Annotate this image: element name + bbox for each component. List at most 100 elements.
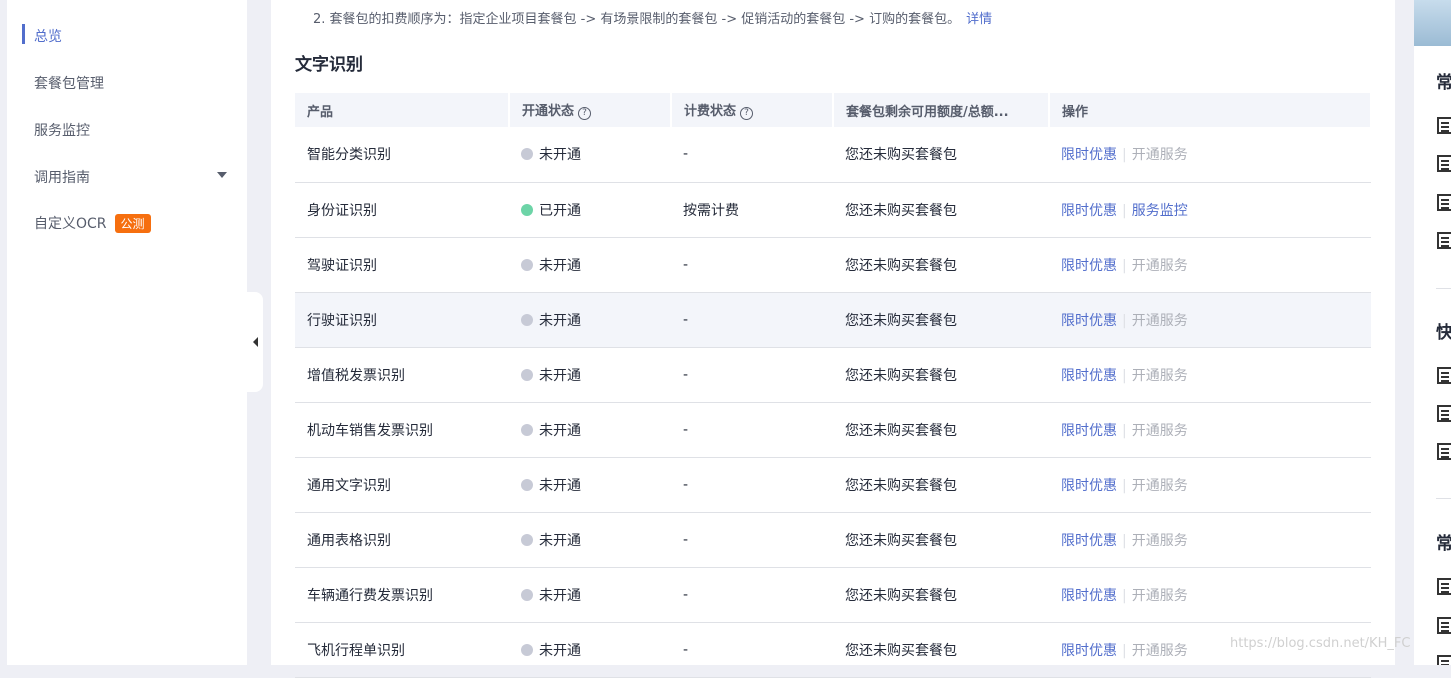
table-row: 增值税发票识别 未开通 - 您还未购买套餐包 限时优惠|开通服务 bbox=[295, 347, 1371, 402]
status-text: 未开通 bbox=[539, 368, 581, 384]
collapse-sidebar-button[interactable] bbox=[247, 292, 263, 392]
sidebar-item-monitor[interactable]: 服务监控 bbox=[34, 120, 90, 140]
quota: 您还未购买套餐包 bbox=[833, 182, 1049, 237]
separator: | bbox=[1122, 423, 1127, 439]
column-header-status: 开通状态? bbox=[509, 93, 671, 127]
activate-service-link[interactable]: 开通服务 bbox=[1132, 588, 1188, 604]
sidebar-item-label: 总览 bbox=[34, 26, 62, 46]
chevron-down-icon[interactable] bbox=[217, 172, 227, 178]
billing-status: - bbox=[671, 567, 833, 622]
watermark: https://blog.csdn.net/KH_FC bbox=[1230, 636, 1410, 651]
main-panel: 2. 套餐包的扣费顺序为：指定企业项目套餐包 -> 有场景限制的套餐包 -> 促… bbox=[271, 0, 1395, 665]
promotion-link[interactable]: 限时优惠 bbox=[1061, 588, 1117, 604]
status-dot-icon bbox=[521, 369, 533, 381]
status-text: 未开通 bbox=[539, 533, 581, 549]
activate-service-link[interactable]: 开通服务 bbox=[1132, 423, 1188, 439]
table-row: 通用表格识别 未开通 - 您还未购买套餐包 限时优惠 | 开通服务 bbox=[295, 512, 1371, 567]
separator: | bbox=[1122, 147, 1127, 163]
activate-service-link[interactable]: 开通服务 bbox=[1132, 147, 1188, 163]
billing-status: - bbox=[671, 402, 833, 457]
activation-status: 未开通 bbox=[509, 622, 671, 677]
status-dot-icon bbox=[521, 314, 533, 326]
sidebar-item-packages[interactable]: 套餐包管理 bbox=[34, 73, 104, 93]
document-icon[interactable] bbox=[1437, 194, 1451, 211]
product-name: 机动车销售发票识别 bbox=[295, 402, 509, 457]
details-link[interactable]: 详情 bbox=[966, 12, 992, 27]
actions: 限时优惠|开通服务 bbox=[1049, 457, 1371, 512]
document-icon[interactable] bbox=[1437, 232, 1451, 249]
divider bbox=[1436, 498, 1451, 499]
promotion-link[interactable]: 限时优惠 bbox=[1061, 478, 1117, 494]
activate-service-link[interactable]: 开通服务 bbox=[1132, 313, 1188, 329]
billing-order-note: 2. 套餐包的扣费顺序为：指定企业项目套餐包 -> 有场景限制的套餐包 -> 促… bbox=[313, 8, 992, 27]
status-dot-icon bbox=[521, 204, 533, 216]
document-icon[interactable] bbox=[1437, 655, 1451, 665]
activation-status: 未开通 bbox=[509, 402, 671, 457]
document-icon[interactable] bbox=[1437, 155, 1451, 172]
column-header-quota: 套餐包剩余可用额度/总额... bbox=[833, 93, 1049, 127]
activate-service-link[interactable]: 开通服务 bbox=[1132, 643, 1188, 659]
status-dot-icon bbox=[521, 148, 533, 160]
chevron-left-icon bbox=[253, 337, 258, 347]
document-icon[interactable] bbox=[1437, 405, 1451, 422]
table-header: 产品 开通状态? 计费状态? 套餐包剩余可用额度/总额... 操作 bbox=[295, 93, 1371, 127]
product-name: 车辆通行费发票识别 bbox=[295, 567, 509, 622]
promotion-link[interactable]: 限时优惠 bbox=[1061, 423, 1117, 439]
promotion-link[interactable]: 限时优惠 bbox=[1061, 203, 1117, 219]
actions: 限时优惠|开通服务 bbox=[1049, 237, 1371, 292]
document-icon[interactable] bbox=[1437, 578, 1451, 595]
table-row: 机动车销售发票识别 未开通 - 您还未购买套餐包 限时优惠 | 开通服务 bbox=[295, 402, 1371, 457]
right-heading: 常 bbox=[1436, 529, 1451, 554]
right-heading: 快 bbox=[1436, 318, 1451, 343]
actions: 限时优惠 | 服务监控 bbox=[1049, 182, 1371, 237]
help-icon[interactable]: ? bbox=[740, 107, 753, 120]
activate-service-link[interactable]: 开通服务 bbox=[1132, 258, 1188, 274]
actions: 限时优惠|开通服务 bbox=[1049, 347, 1371, 402]
activate-service-link[interactable]: 开通服务 bbox=[1132, 368, 1188, 384]
document-icon[interactable] bbox=[1437, 443, 1451, 460]
sidebar-item-custom-ocr[interactable]: 自定义OCR公测 bbox=[34, 213, 151, 233]
product-name: 通用文字识别 bbox=[295, 457, 509, 512]
document-icon[interactable] bbox=[1437, 367, 1451, 384]
product-name: 驾驶证识别 bbox=[295, 237, 509, 292]
sidebar-item-overview[interactable]: 总览 bbox=[34, 26, 62, 46]
table-row: 身份证识别 已开通 按需计费 您还未购买套餐包 限时优惠|服务监控 bbox=[295, 182, 1371, 237]
promotion-link[interactable]: 限时优惠 bbox=[1061, 147, 1117, 163]
quota: 您还未购买套餐包 bbox=[833, 127, 1049, 182]
promotion-link[interactable]: 限时优惠 bbox=[1061, 313, 1117, 329]
actions: 限时优惠 | 开通服务 bbox=[1049, 512, 1371, 567]
actions: 限时优惠 | 开通服务 bbox=[1049, 292, 1371, 347]
service-monitor-link[interactable]: 服务监控 bbox=[1132, 203, 1188, 219]
promotion-link[interactable]: 限时优惠 bbox=[1061, 643, 1117, 659]
billing-status: - bbox=[671, 622, 833, 677]
status-dot-icon bbox=[521, 479, 533, 491]
activate-service-link[interactable]: 开通服务 bbox=[1132, 478, 1188, 494]
promotion-link[interactable]: 限时优惠 bbox=[1061, 368, 1117, 384]
status-dot-icon bbox=[521, 589, 533, 601]
active-indicator bbox=[22, 24, 25, 44]
banner-image[interactable] bbox=[1414, 0, 1451, 46]
product-name: 通用表格识别 bbox=[295, 512, 509, 567]
separator: | bbox=[1122, 313, 1127, 329]
document-icon[interactable] bbox=[1437, 117, 1451, 134]
billing-status: - bbox=[671, 512, 833, 567]
quota: 您还未购买套餐包 bbox=[833, 237, 1049, 292]
document-icon[interactable] bbox=[1437, 617, 1451, 634]
product-name: 身份证识别 bbox=[295, 182, 509, 237]
separator: | bbox=[1122, 588, 1127, 604]
actions: 限时优惠 | 开通服务 bbox=[1049, 127, 1371, 182]
quota: 您还未购买套餐包 bbox=[833, 347, 1049, 402]
promotion-link[interactable]: 限时优惠 bbox=[1061, 258, 1117, 274]
separator: | bbox=[1122, 533, 1127, 549]
help-icon[interactable]: ? bbox=[578, 107, 591, 120]
quota: 您还未购买套餐包 bbox=[833, 512, 1049, 567]
promotion-link[interactable]: 限时优惠 bbox=[1061, 533, 1117, 549]
table-row: 行驶证识别 未开通 - 您还未购买套餐包 限时优惠|开通服务 bbox=[295, 292, 1371, 347]
separator: | bbox=[1122, 203, 1127, 219]
sidebar-item-label: 服务监控 bbox=[34, 120, 90, 140]
table-row: 智能分类识别 未开通 - 您还未购买套餐包 限时优惠|开通服务 bbox=[295, 127, 1371, 182]
billing-status: 按需计费 bbox=[671, 182, 833, 237]
sidebar-item-guide[interactable]: 调用指南 bbox=[34, 167, 90, 187]
activate-service-link[interactable]: 开通服务 bbox=[1132, 533, 1188, 549]
quota: 您还未购买套餐包 bbox=[833, 402, 1049, 457]
